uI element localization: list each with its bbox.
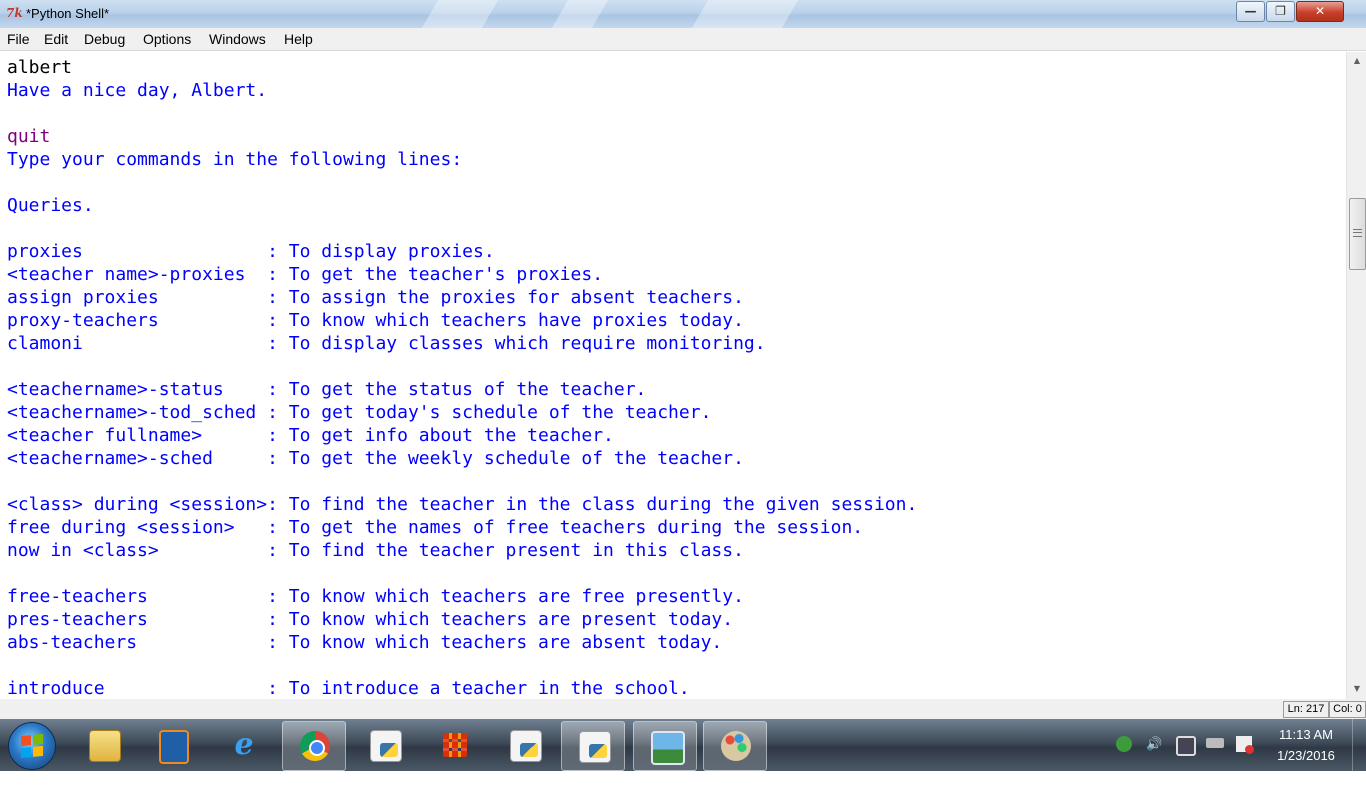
window-title: *Python Shell*: [26, 6, 110, 21]
picture-icon: [651, 731, 685, 765]
utorrent-tray-icon[interactable]: [1116, 736, 1132, 752]
python-file-icon: [370, 730, 402, 762]
taskbar-python-file-1-button[interactable]: [353, 721, 415, 769]
clock-date[interactable]: 1/23/2016: [1270, 748, 1342, 764]
volume-icon[interactable]: 🔊: [1146, 736, 1162, 752]
chrome-icon: [300, 731, 330, 761]
menu-edit[interactable]: Edit: [44, 31, 68, 47]
scroll-down-arrow-icon[interactable]: ▼: [1347, 680, 1366, 697]
shell-line: free-teachers : To know which teachers a…: [7, 586, 744, 607]
usb-device-icon[interactable]: [1206, 738, 1224, 748]
clock-time[interactable]: 11:13 AM: [1270, 727, 1342, 743]
below-taskbar-area: [0, 771, 1366, 806]
shell-line: Queries.: [7, 195, 94, 216]
shell-line: abs-teachers : To know which teachers ar…: [7, 632, 723, 653]
status-bar: Ln: 217 Col: 0: [0, 699, 1366, 719]
shell-line: pres-teachers : To know which teachers a…: [7, 609, 734, 630]
shell-line: proxy-teachers : To know which teachers …: [7, 310, 744, 331]
close-button[interactable]: ✕: [1296, 1, 1344, 22]
shell-line: assign proxies : To assign the proxies f…: [7, 287, 744, 308]
tk-app-icon: 7k: [6, 6, 23, 20]
windows-logo-icon: [21, 733, 43, 759]
menu-options[interactable]: Options: [143, 31, 191, 47]
minimize-button[interactable]: —: [1236, 1, 1265, 22]
action-center-flag-icon[interactable]: [1236, 736, 1254, 754]
taskbar: e 🔊 11:13 AM 1/23/2016: [0, 719, 1366, 771]
start-button[interactable]: [8, 722, 56, 770]
shell-line: <teachername>-tod_sched : To get today's…: [7, 402, 712, 423]
grid-icon: [443, 733, 467, 757]
shell-line: <teachername>-sched : To get the weekly …: [7, 448, 744, 469]
taskbar-app-grid-button[interactable]: [423, 721, 485, 769]
taskbar-paint-button[interactable]: [703, 721, 767, 771]
line-number: Ln: 217: [1283, 701, 1329, 718]
vertical-scrollbar[interactable]: ▲ ▼: [1346, 52, 1366, 699]
scroll-thumb[interactable]: [1349, 198, 1366, 270]
shell-line: <teacher fullname> : To get info about t…: [7, 425, 614, 446]
python-file-icon: [579, 731, 611, 763]
shell-line: <teacher name>-proxies : To get the teac…: [7, 264, 604, 285]
python-file-icon: [510, 730, 542, 762]
network-icon[interactable]: [1176, 736, 1196, 756]
paint-icon: [721, 731, 751, 761]
maximize-button[interactable]: ❐: [1266, 1, 1295, 22]
shell-line: quit: [7, 126, 51, 147]
shell-line: proxies : To display proxies.: [7, 241, 495, 262]
folder-icon: [89, 730, 121, 762]
menu-bar: File Edit Debug Options Windows Help: [0, 28, 1366, 51]
grip-icon: [1353, 229, 1362, 237]
ie-icon: e: [234, 727, 254, 762]
shell-line: Type your commands in the following line…: [7, 149, 463, 170]
menu-help[interactable]: Help: [284, 31, 313, 47]
shell-line: free during <session> : To get the names…: [7, 517, 864, 538]
title-bar: 7k *Python Shell* — ❐ ✕: [0, 0, 1366, 28]
shell-line: now in <class> : To find the teacher pre…: [7, 540, 744, 561]
taskbar-media-player-button[interactable]: [141, 721, 203, 769]
menu-file[interactable]: File: [7, 31, 30, 47]
scroll-up-arrow-icon[interactable]: ▲: [1347, 52, 1366, 69]
taskbar-ie-button[interactable]: e: [212, 721, 274, 769]
taskbar-chrome-button[interactable]: [282, 721, 346, 771]
menu-debug[interactable]: Debug: [84, 31, 125, 47]
shell-line: clamoni : To display classes which requi…: [7, 333, 766, 354]
menu-windows[interactable]: Windows: [209, 31, 266, 47]
shell-line: albert: [7, 57, 73, 78]
taskbar-python-file-3-button[interactable]: [561, 721, 625, 771]
shell-line: introduce : To introduce a teacher in th…: [7, 678, 690, 699]
column-number: Col: 0: [1329, 701, 1366, 718]
media-player-icon: [159, 730, 189, 764]
taskbar-picture-viewer-button[interactable]: [633, 721, 697, 771]
show-desktop-button[interactable]: [1352, 719, 1366, 771]
taskbar-python-file-2-button[interactable]: [493, 721, 555, 769]
shell-text-area[interactable]: albert Have a nice day, Albert. quit Type y…: [0, 52, 1346, 699]
shell-line: <teachername>-status : To get the status…: [7, 379, 647, 400]
taskbar-explorer-button[interactable]: [72, 721, 134, 769]
shell-line: <class> during <session>: To find the te…: [7, 494, 918, 515]
shell-line: Have a nice day, Albert.: [7, 80, 268, 101]
